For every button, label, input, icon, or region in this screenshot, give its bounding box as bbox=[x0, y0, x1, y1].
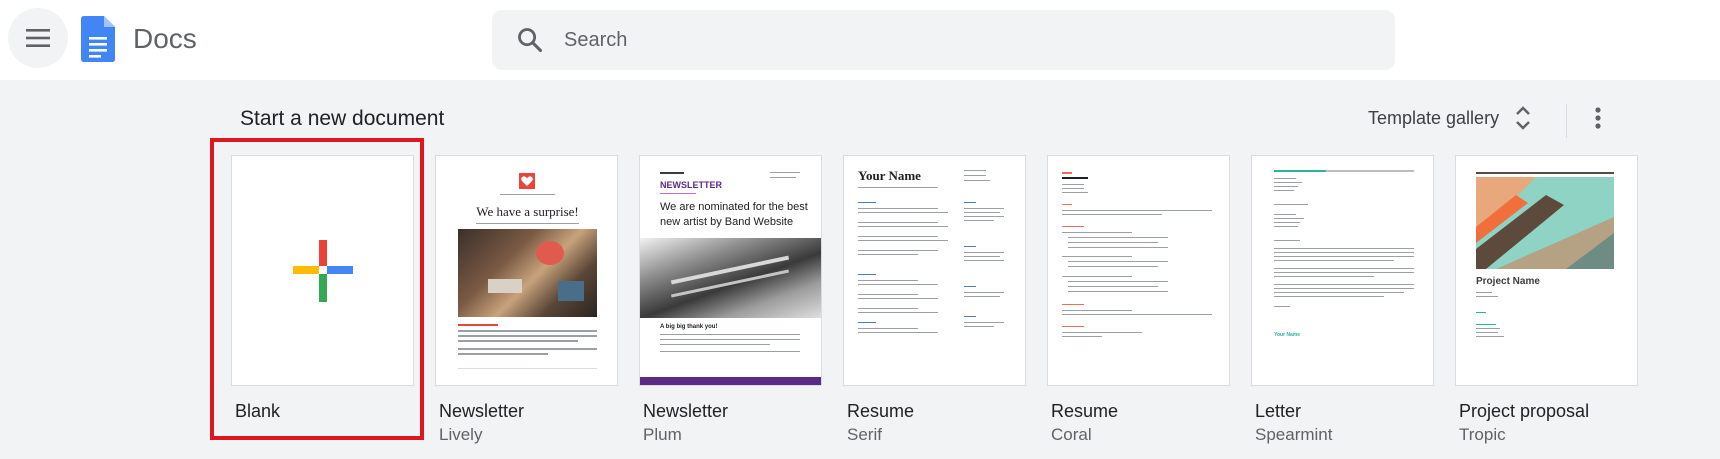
template-title: Project proposal bbox=[1459, 401, 1590, 421]
template-subtitle: Serif bbox=[847, 425, 882, 444]
search-input[interactable] bbox=[564, 10, 1364, 70]
template-card-resume-serif[interactable]: Your Name Resume Serif bbox=[843, 155, 1026, 446]
preview-photo bbox=[640, 238, 821, 318]
preview-project-name: Project Name bbox=[1476, 276, 1540, 287]
hamburger-menu-icon bbox=[26, 29, 50, 47]
template-card-blank[interactable]: Blank bbox=[231, 155, 414, 424]
top-bar: Docs bbox=[0, 0, 1720, 80]
template-card-newsletter-plum[interactable]: NEWSLETTER We are nominated for the best… bbox=[639, 155, 822, 446]
more-options-button[interactable] bbox=[1580, 98, 1616, 138]
plus-icon bbox=[293, 240, 353, 302]
template-thumbnail[interactable]: Your Name bbox=[843, 155, 1026, 386]
unfold-more-icon bbox=[1516, 106, 1530, 130]
template-gallery-label: Template gallery bbox=[1368, 107, 1500, 128]
search-icon[interactable] bbox=[516, 26, 544, 54]
template-title: Blank bbox=[235, 401, 281, 421]
preview-photo bbox=[458, 229, 597, 317]
template-thumbnail[interactable]: Project Name bbox=[1455, 155, 1638, 386]
preview-cover-art bbox=[1476, 177, 1614, 269]
template-title: Letter bbox=[1255, 401, 1302, 421]
preview-heading: We are nominated for the best new artist… bbox=[660, 201, 808, 228]
search-bar[interactable] bbox=[492, 10, 1395, 70]
preview-heading: We have a surprise! bbox=[476, 204, 579, 219]
app-title[interactable]: Docs bbox=[133, 22, 197, 56]
template-card-letter-spearmint[interactable]: Your Name Letter Spearmint bbox=[1251, 155, 1434, 446]
preview-subheading: A big big thank you! bbox=[660, 324, 718, 330]
preview-footer-bar bbox=[640, 377, 821, 385]
heart-logo-icon bbox=[519, 173, 535, 189]
template-title: Resume bbox=[1051, 401, 1119, 421]
template-subtitle: Tropic bbox=[1459, 425, 1506, 444]
template-thumbnail[interactable]: We have a surprise! bbox=[435, 155, 618, 386]
template-section: Start a new document Template gallery Bl… bbox=[0, 80, 1720, 459]
template-card-newsletter-lively[interactable]: We have a surprise! Newsletter Lively bbox=[435, 155, 618, 446]
more-vert-icon bbox=[1595, 107, 1601, 129]
template-thumbnail[interactable]: Your Name bbox=[1251, 155, 1434, 386]
template-thumbnail[interactable] bbox=[1047, 155, 1230, 386]
preview-signature: Your Name bbox=[1274, 332, 1301, 338]
template-card-resume-coral[interactable]: Resume Coral bbox=[1047, 155, 1230, 446]
google-docs-logo-icon[interactable] bbox=[81, 16, 115, 62]
template-title: Resume bbox=[847, 401, 915, 421]
template-title: Newsletter bbox=[439, 401, 525, 421]
template-subtitle: Coral bbox=[1051, 425, 1092, 444]
toolbar-divider bbox=[1566, 104, 1567, 138]
template-gallery-button[interactable]: Template gallery bbox=[1360, 96, 1539, 140]
template-subtitle: Plum bbox=[643, 425, 682, 444]
section-title: Start a new document bbox=[240, 107, 445, 130]
main-menu-button[interactable] bbox=[8, 8, 68, 68]
preview-brand: NEWSLETTER bbox=[660, 180, 722, 190]
preview-name: Your Name bbox=[858, 168, 921, 183]
template-thumbnail[interactable] bbox=[231, 155, 414, 386]
template-title: Newsletter bbox=[643, 401, 729, 421]
template-subtitle: Lively bbox=[439, 425, 483, 444]
template-thumbnail[interactable]: NEWSLETTER We are nominated for the best… bbox=[639, 155, 822, 386]
template-card-project-proposal-tropic[interactable]: Project Name Project proposal Tropic bbox=[1455, 155, 1638, 446]
template-subtitle: Spearmint bbox=[1255, 425, 1333, 444]
